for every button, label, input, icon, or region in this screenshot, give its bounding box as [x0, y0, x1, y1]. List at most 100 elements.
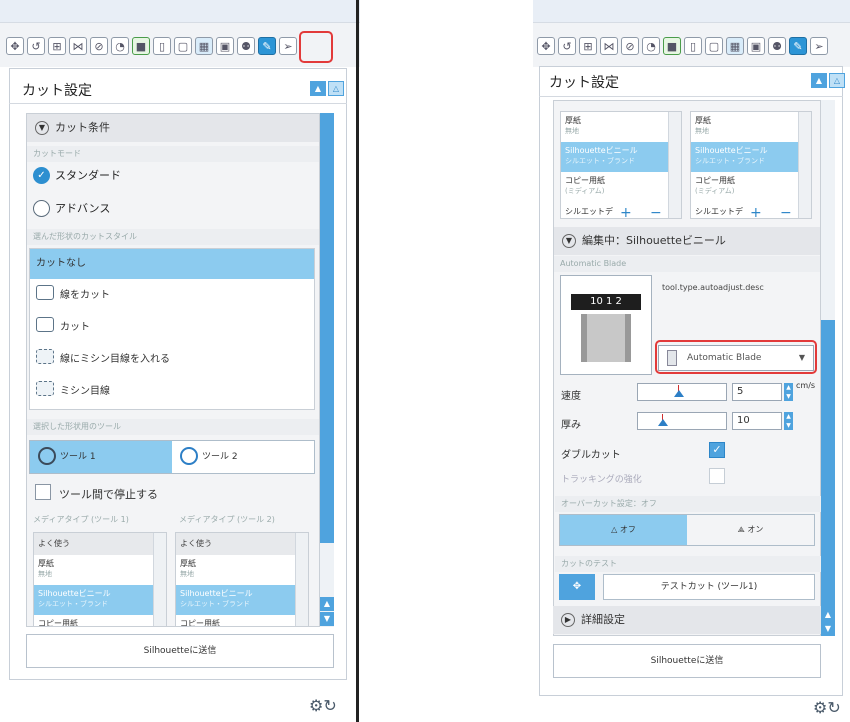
media-type-tool1-label: メディアタイプ (ツール 1) — [33, 515, 129, 524]
style-perforate-edge[interactable]: 線にミシン目線を入れる — [30, 345, 314, 375]
replicate-icon[interactable]: ⊘ — [90, 37, 108, 55]
media-item[interactable]: Silhouetteビニール シルエット・ブランド — [561, 142, 669, 172]
advanced-settings-header[interactable]: ▶ 詳細設定 — [553, 606, 821, 634]
media-list-scrollbar[interactable] — [295, 533, 308, 626]
send-to-silhouette-button[interactable]: Silhouetteに送信 — [26, 634, 334, 668]
thickness-stepper[interactable]: ▲ ▼ — [784, 412, 793, 430]
overcut-off-button[interactable]: △ オフ — [560, 515, 687, 545]
send-icon[interactable]: ➢ — [810, 37, 828, 55]
page-icon[interactable]: ▯ — [153, 37, 171, 55]
media-item[interactable]: よく使う — [176, 533, 296, 555]
panel-scroll-thumb[interactable] — [320, 113, 334, 543]
speed-slider[interactable] — [637, 383, 727, 401]
tracking-checkbox[interactable] — [709, 468, 725, 484]
move-arrows-icon[interactable]: ✥ — [559, 574, 595, 600]
media-item[interactable]: よく使う — [34, 533, 154, 555]
panel-scroll-thumb[interactable] — [821, 320, 835, 620]
replicate-icon[interactable]: ⊘ — [621, 37, 639, 55]
media-item[interactable]: コピー用紙 — [34, 615, 154, 626]
remove-media-button[interactable]: − — [780, 205, 792, 221]
stop-between-tools-checkbox[interactable] — [35, 484, 51, 500]
add-media-button[interactable]: + — [620, 205, 632, 221]
color-icon[interactable]: ■ — [132, 37, 150, 55]
refresh-icon[interactable]: ↻ — [827, 698, 840, 717]
align-icon[interactable]: ⋈ — [600, 37, 618, 55]
media-item[interactable]: 厚紙 無地 — [176, 555, 296, 585]
move-icon[interactable]: ✥ — [6, 37, 24, 55]
double-cut-checkbox[interactable]: ✓ — [709, 442, 725, 458]
cut-settings-icon[interactable]: ✎ — [258, 37, 276, 55]
fill-icon[interactable]: ◔ — [111, 37, 129, 55]
grid-icon[interactable]: ⊞ — [48, 37, 66, 55]
scroll-up-arrow[interactable]: ▲ — [821, 608, 835, 622]
media-item[interactable]: コピー用紙 — [176, 615, 296, 626]
library-icon[interactable]: ⚉ — [768, 37, 786, 55]
gear-icon[interactable]: ⚙ — [813, 698, 827, 717]
panel-toggle[interactable]: ▲ △ — [811, 73, 845, 88]
design-store-icon[interactable]: ▣ — [216, 37, 234, 55]
scroll-down-arrow[interactable]: ▼ — [320, 612, 334, 626]
toolbar-icons: ✥ ↺ ⊞ ⋈ ⊘ ◔ ■ ▯ ▢ ▦ ▣ ⚉ ✎ ➢ — [6, 33, 297, 59]
media-item[interactable]: コピー用紙 (ミディアム) — [691, 172, 799, 202]
overcut-on-button[interactable]: ⟁ オン — [687, 515, 814, 545]
media-item[interactable]: Silhouetteビニール シルエット・ブランド — [34, 585, 154, 615]
page-title: カット設定 — [22, 83, 92, 99]
tool-1-button[interactable]: ツール 1 — [30, 441, 172, 473]
thickness-slider[interactable] — [637, 412, 727, 430]
send-to-silhouette-button[interactable]: Silhouetteに送信 — [553, 644, 821, 678]
cut-conditions-header[interactable]: ▼ カット条件 — [27, 114, 319, 142]
style-cut[interactable]: カット — [30, 313, 314, 343]
editing-header[interactable]: ▼ 編集中：Silhouetteビニール — [554, 227, 820, 255]
page-icon[interactable]: ▯ — [684, 37, 702, 55]
media-item[interactable]: 厚紙 無地 — [561, 112, 669, 142]
remove-media-button[interactable]: − — [650, 205, 662, 221]
speed-stepper[interactable]: ▲ ▼ — [784, 383, 793, 401]
grid-view-icon[interactable]: ▦ — [726, 37, 744, 55]
style-no-cut[interactable]: カットなし — [30, 249, 314, 279]
bottom-icons: ⚙↻ — [813, 698, 841, 717]
grid-view-icon[interactable]: ▦ — [195, 37, 213, 55]
media-item[interactable]: 厚紙 無地 — [691, 112, 799, 142]
speed-input[interactable]: 5 — [732, 383, 782, 401]
color-icon[interactable]: ■ — [663, 37, 681, 55]
blade-select-highlight — [655, 340, 817, 374]
align-icon[interactable]: ⋈ — [69, 37, 87, 55]
send-icon[interactable]: ➢ — [279, 37, 297, 55]
blade-description: tool.type.autoadjust.desc — [662, 283, 764, 292]
design-store-icon[interactable]: ▣ — [747, 37, 765, 55]
rotate-icon[interactable]: ↺ — [558, 37, 576, 55]
scroll-up-arrow[interactable]: ▲ — [320, 597, 334, 611]
test-cut-button[interactable]: テストカット (ツール1) — [603, 574, 815, 600]
style-perforate[interactable]: ミシン目線 — [30, 377, 314, 407]
panel-toggle[interactable]: ▲ △ — [310, 81, 344, 96]
mode-standard-radio[interactable]: ✓ スタンダード — [29, 167, 121, 185]
media-item[interactable]: コピー用紙 (ミディアム) — [561, 172, 669, 202]
media-list-scrollbar[interactable] — [798, 112, 811, 218]
media-list-scrollbar[interactable] — [668, 112, 681, 218]
style-cut-edge[interactable]: 線をカット — [30, 281, 314, 311]
move-icon[interactable]: ✥ — [537, 37, 555, 55]
cut-settings-icon[interactable]: ✎ — [789, 37, 807, 55]
style-section-label: 選んだ形状のカットスタイル — [27, 229, 319, 245]
fill-icon[interactable]: ◔ — [642, 37, 660, 55]
registration-icon[interactable]: ▢ — [705, 37, 723, 55]
rotate-icon[interactable]: ↺ — [27, 37, 45, 55]
refresh-icon[interactable]: ↻ — [323, 696, 336, 715]
gear-icon[interactable]: ⚙ — [309, 696, 323, 715]
add-media-button[interactable]: + — [750, 205, 762, 221]
thickness-input[interactable]: 10 — [732, 412, 782, 430]
double-cut-label: ダブルカット — [561, 450, 621, 461]
media-item[interactable]: Silhouetteビニール シルエット・ブランド — [176, 585, 296, 615]
mode-advanced-radio[interactable]: アドバンス — [29, 200, 110, 218]
registration-icon[interactable]: ▢ — [174, 37, 192, 55]
media-list-tool1: よく使う 厚紙 無地 Silhouetteビニール シルエット・ブランド コピー用紙 — [33, 532, 167, 626]
blade-image: 10 1 2 — [560, 275, 652, 375]
media-item[interactable]: 厚紙 無地 — [34, 555, 154, 585]
library-icon[interactable]: ⚉ — [237, 37, 255, 55]
test-section-label: カットのテスト — [555, 556, 827, 572]
media-item[interactable]: Silhouetteビニール シルエット・ブランド — [691, 142, 799, 172]
media-list-scrollbar[interactable] — [153, 533, 166, 626]
scroll-down-arrow[interactable]: ▼ — [821, 622, 835, 636]
tool-2-button[interactable]: ツール 2 — [172, 441, 314, 473]
grid-icon[interactable]: ⊞ — [579, 37, 597, 55]
